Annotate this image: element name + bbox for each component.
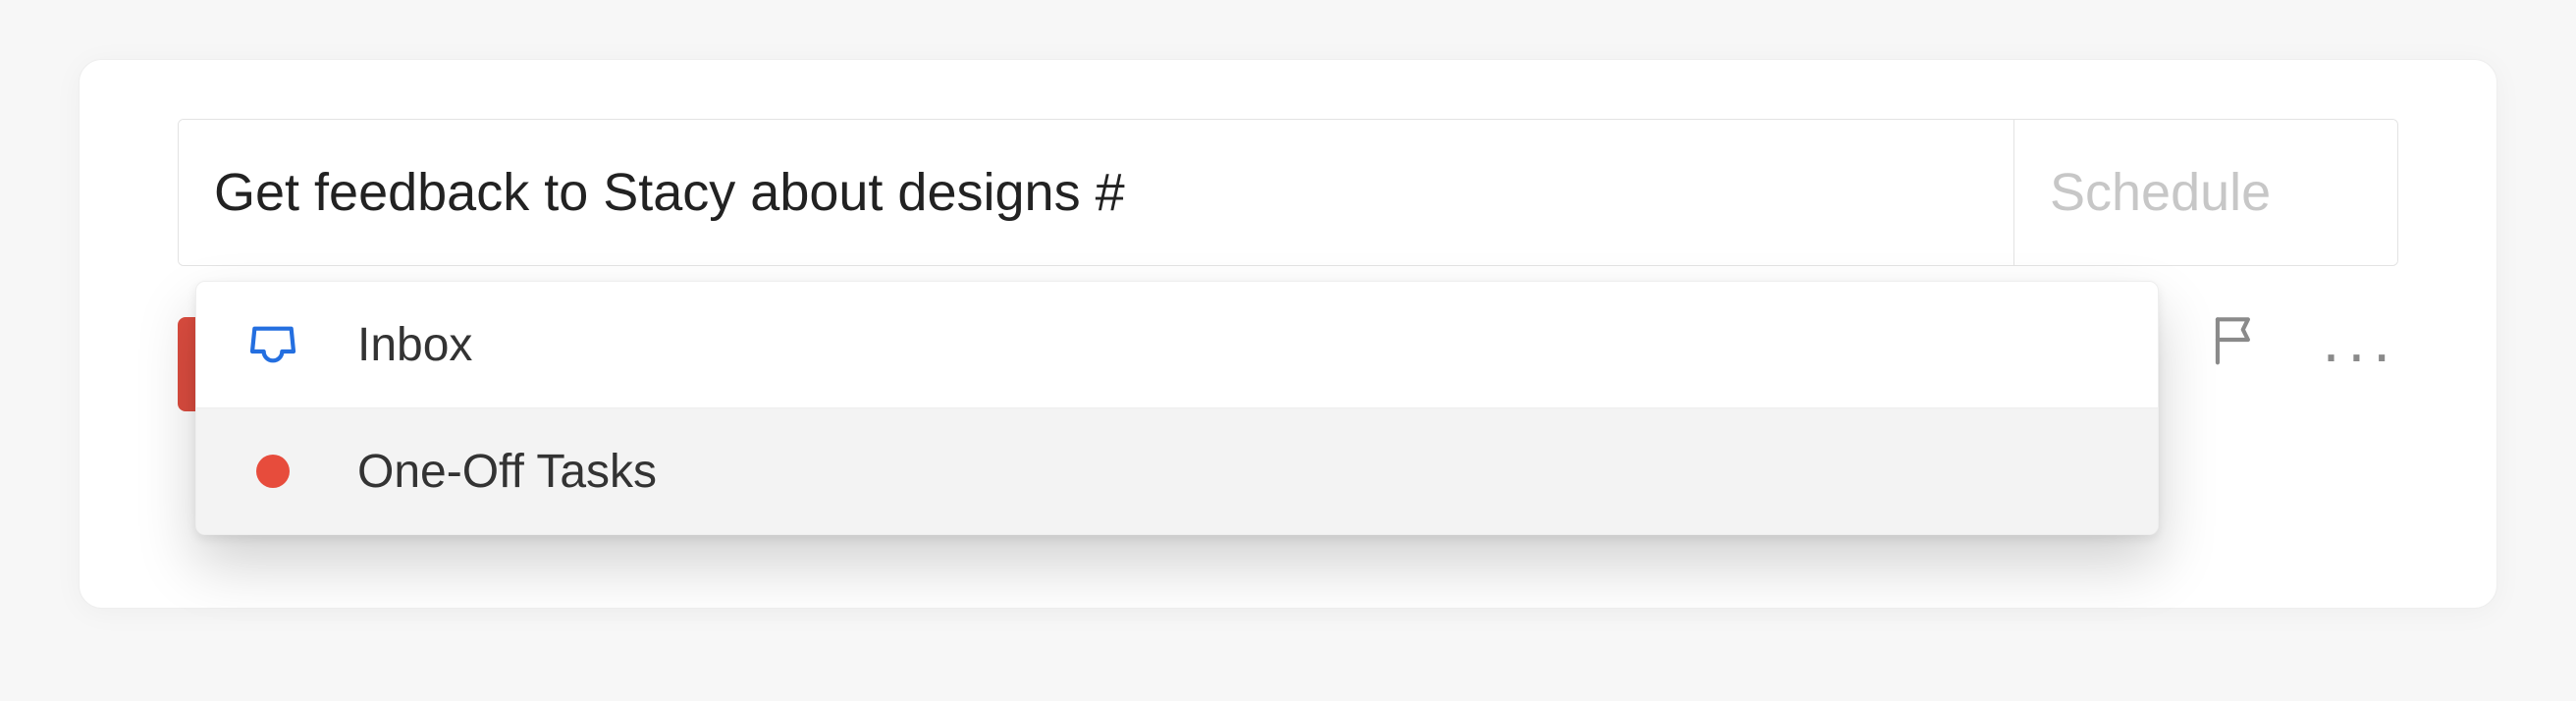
inbox-icon	[243, 315, 302, 374]
schedule-button[interactable]: Schedule	[2014, 120, 2397, 265]
task-input-row: Get feedback to Stacy about designs # Sc…	[178, 119, 2398, 266]
flag-icon[interactable]	[2205, 309, 2266, 370]
quick-add-card: Get feedback to Stacy about designs # Sc…	[79, 59, 2497, 609]
project-color-dot-icon	[243, 442, 302, 501]
app-root: Get feedback to Stacy about designs # Sc…	[0, 0, 2576, 701]
project-autocomplete-dropdown: Inbox One-Off Tasks	[195, 281, 2159, 535]
suggestion-label: Inbox	[357, 318, 472, 372]
project-chip-edge[interactable]	[178, 317, 195, 411]
suggestion-label: One-Off Tasks	[357, 445, 657, 499]
task-name-input[interactable]: Get feedback to Stacy about designs #	[179, 120, 2014, 265]
suggestion-inbox[interactable]: Inbox	[196, 282, 2158, 407]
suggestion-one-off-tasks[interactable]: One-Off Tasks	[196, 407, 2158, 534]
